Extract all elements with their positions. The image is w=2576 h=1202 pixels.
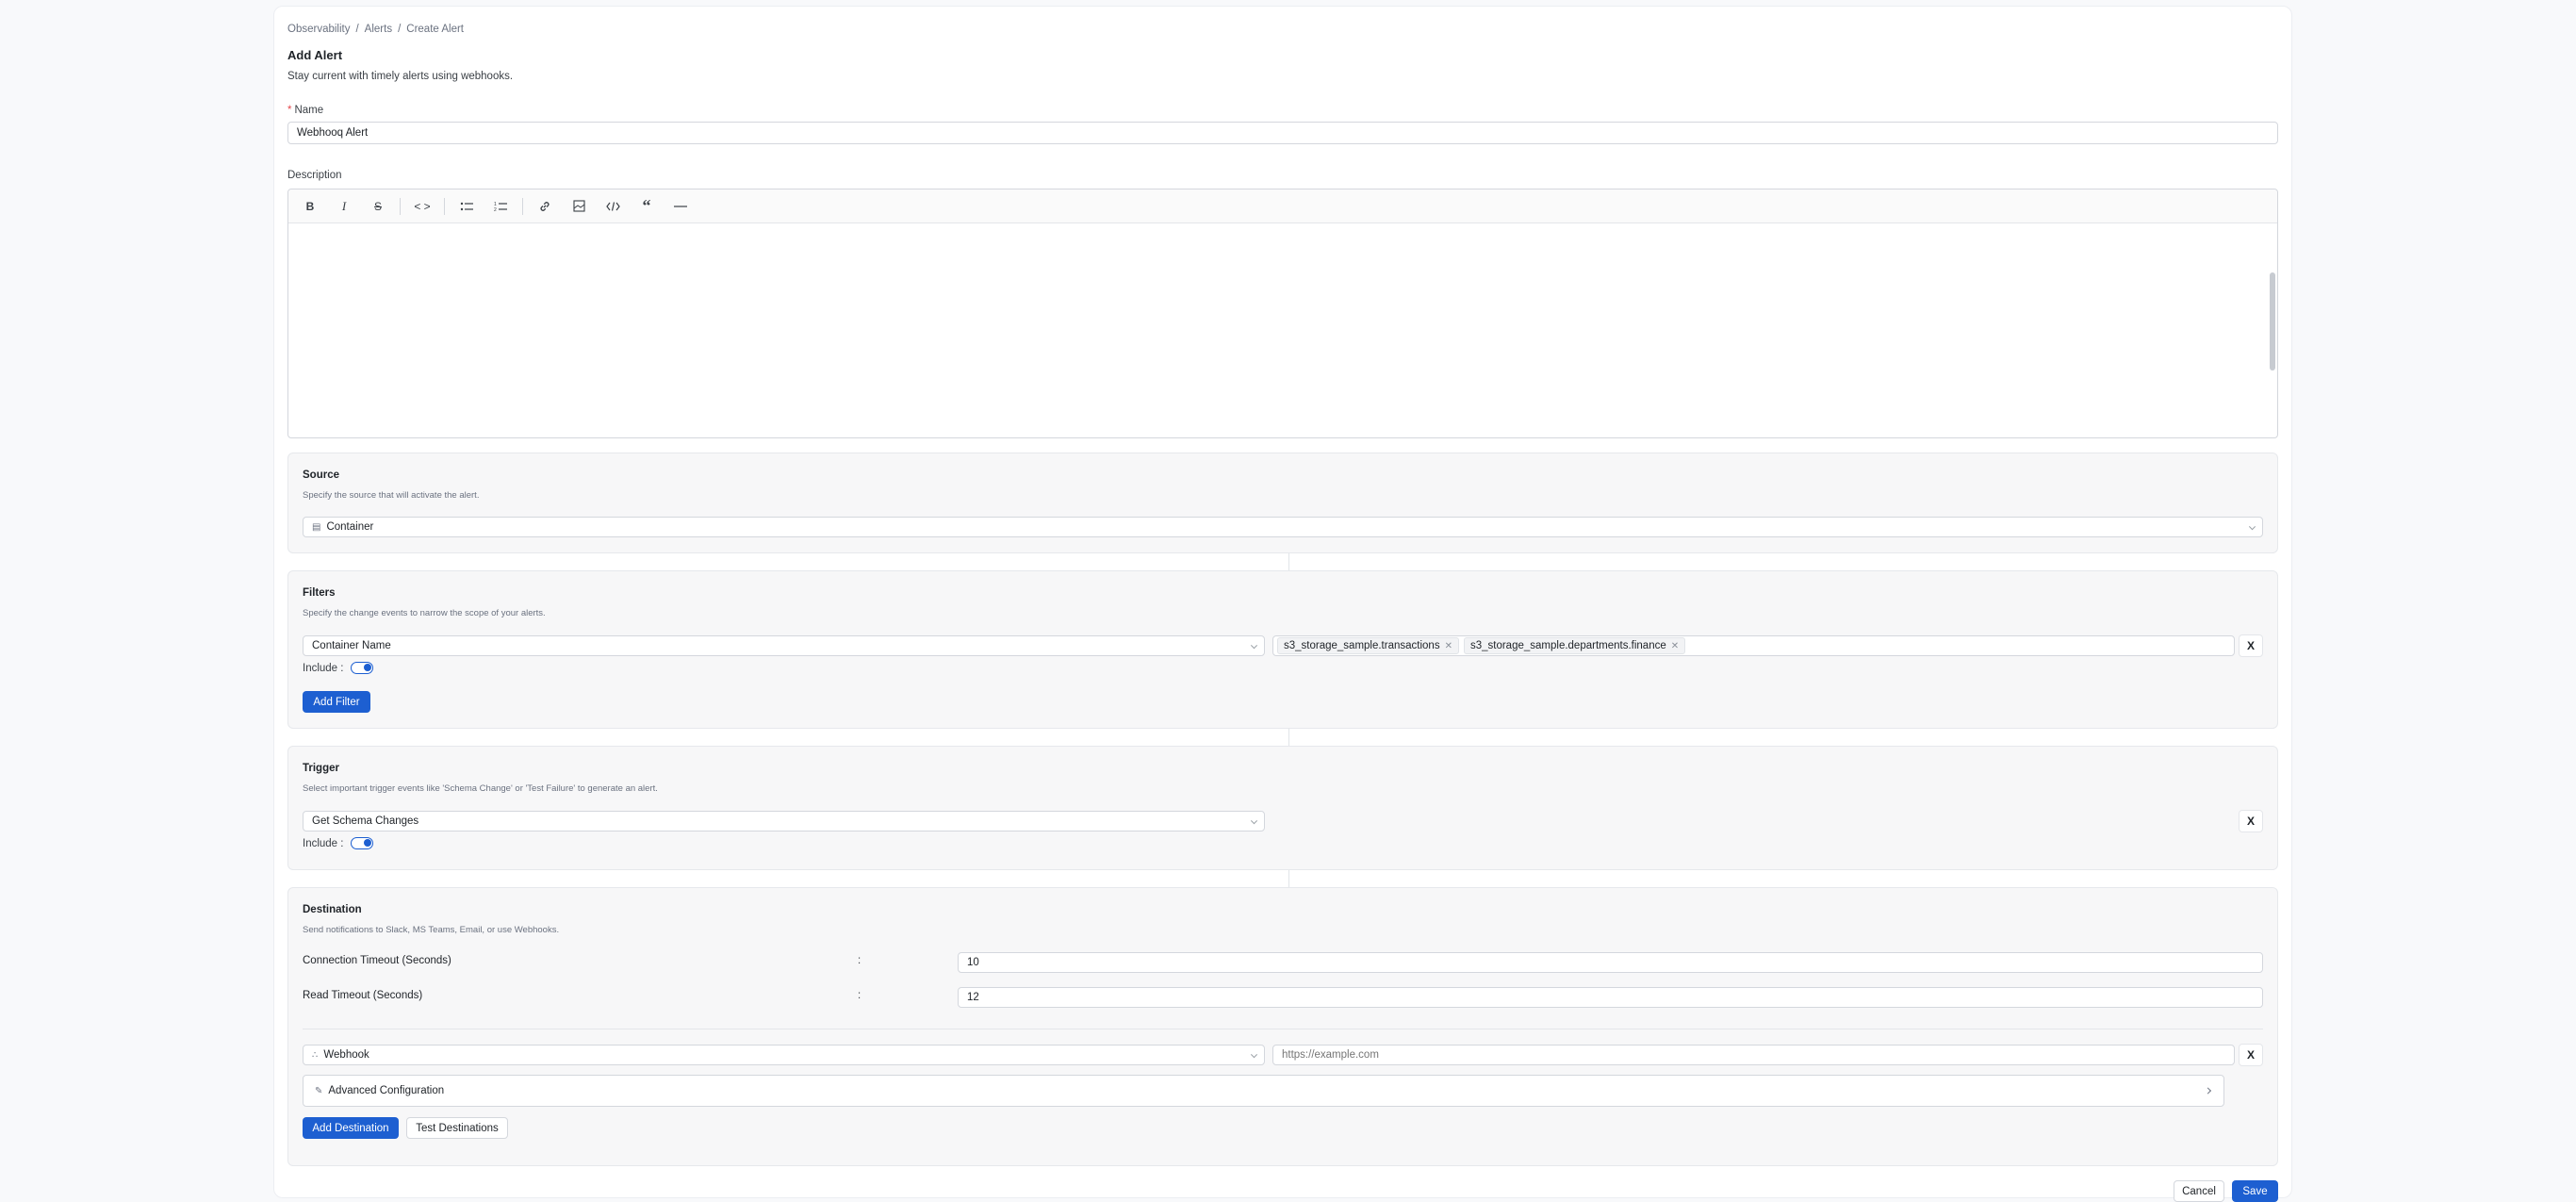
connector-line	[1288, 729, 1289, 746]
filters-title: Filters	[303, 587, 336, 599]
add-destination-button[interactable]: Add Destination	[303, 1117, 399, 1139]
name-input-value: Webhooq Alert	[297, 127, 369, 139]
breadcrumb-separator: /	[355, 24, 359, 35]
source-description: Specify the source that will activate th…	[303, 490, 480, 501]
chevron-down-icon	[1250, 1051, 1258, 1059]
container-icon: ▤	[312, 521, 321, 533]
source-title: Source	[303, 469, 339, 481]
editor-toolbar: B I S < > 12 “	[288, 189, 2277, 223]
svg-text:2: 2	[494, 207, 497, 212]
source-selected: Container	[326, 521, 374, 533]
source-select[interactable]: ▤ Container	[303, 517, 2263, 537]
description-editor[interactable]: B I S < > 12 “	[287, 189, 2278, 438]
chevron-down-icon	[2248, 523, 2256, 531]
required-mark: *	[287, 105, 292, 116]
remove-trigger-button[interactable]: X	[2239, 810, 2263, 832]
chevron-right-icon	[2204, 1087, 2212, 1095]
filter-tag: s3_storage_sample.departments.finance ✕	[1463, 637, 1686, 654]
breadcrumb-create-alert: Create Alert	[406, 24, 465, 35]
breadcrumb: Observability / Alerts / Create Alert	[287, 24, 469, 35]
wrench-icon: ✎	[315, 1085, 323, 1096]
webhook-icon: ∴	[312, 1049, 319, 1061]
destination-type-select[interactable]: ∴ Webhook	[303, 1045, 1265, 1065]
name-label: * Name	[287, 105, 324, 116]
colon: :	[858, 955, 861, 966]
trigger-description: Select important trigger events like 'Sc…	[303, 783, 658, 794]
filters-panel: Filters Specify the change events to nar…	[287, 570, 2278, 729]
filter-field-selected: Container Name	[312, 640, 391, 651]
save-button[interactable]: Save	[2232, 1180, 2278, 1202]
description-label: Description	[287, 170, 342, 181]
filter-values-input[interactable]: s3_storage_sample.transactions ✕ s3_stora…	[1272, 635, 2235, 656]
chevron-down-icon	[1250, 642, 1258, 650]
page-subtitle: Stay current with timely alerts using we…	[287, 71, 514, 82]
filter-include-row: Include :	[303, 662, 374, 674]
horizontal-rule-icon[interactable]	[668, 195, 693, 218]
image-icon[interactable]	[566, 195, 591, 218]
filters-description: Specify the change events to narrow the …	[303, 608, 546, 618]
editor-scrollbar[interactable]	[2270, 272, 2275, 370]
destination-panel: Destination Send notifications to Slack,…	[287, 887, 2278, 1166]
page-title: Add Alert	[287, 48, 343, 62]
webhook-url-input[interactable]	[1272, 1045, 2235, 1065]
source-panel: Source Specify the source that will acti…	[287, 453, 2278, 553]
breadcrumb-separator: /	[398, 24, 402, 35]
filter-tag: s3_storage_sample.transactions ✕	[1277, 637, 1459, 654]
include-label: Include :	[303, 837, 344, 849]
inline-code-icon[interactable]: < >	[410, 195, 435, 218]
test-destinations-button[interactable]: Test Destinations	[406, 1117, 508, 1139]
remove-tag-icon[interactable]: ✕	[1671, 641, 1679, 651]
chevron-down-icon	[1250, 817, 1258, 825]
toolbar-divider	[444, 197, 445, 215]
connector-line	[1288, 553, 1289, 570]
breadcrumb-observability[interactable]: Observability	[287, 24, 350, 35]
connection-timeout-label: Connection Timeout (Seconds)	[303, 955, 451, 966]
connector-line	[1288, 870, 1289, 887]
strikethrough-icon[interactable]: S	[366, 195, 390, 218]
colon: :	[858, 990, 861, 1001]
trigger-title: Trigger	[303, 763, 339, 774]
code-block-icon[interactable]	[600, 195, 625, 218]
name-input[interactable]: Webhooq Alert	[287, 122, 2278, 144]
destination-title: Destination	[303, 904, 362, 915]
include-toggle[interactable]	[351, 662, 374, 674]
italic-icon[interactable]: I	[332, 195, 356, 218]
trigger-selected: Get Schema Changes	[312, 815, 419, 827]
destination-type-selected: Webhook	[323, 1049, 369, 1061]
read-timeout-label: Read Timeout (Seconds)	[303, 990, 423, 1001]
bold-icon[interactable]: B	[298, 195, 322, 218]
toolbar-divider	[400, 197, 401, 215]
trigger-panel: Trigger Select important trigger events …	[287, 746, 2278, 870]
link-icon[interactable]	[533, 195, 557, 218]
toolbar-divider	[522, 197, 523, 215]
advanced-configuration-row[interactable]: ✎ Advanced Configuration	[303, 1075, 2224, 1107]
breadcrumb-alerts[interactable]: Alerts	[365, 24, 392, 35]
remove-tag-icon[interactable]: ✕	[1445, 641, 1452, 651]
remove-filter-button[interactable]: X	[2239, 634, 2263, 657]
remove-destination-button[interactable]: X	[2239, 1044, 2263, 1066]
quote-icon[interactable]: “	[634, 195, 659, 218]
include-label: Include :	[303, 662, 344, 674]
advanced-configuration-label: Advanced Configuration	[328, 1085, 445, 1096]
bullet-list-icon[interactable]	[454, 195, 479, 218]
trigger-select[interactable]: Get Schema Changes	[303, 811, 1265, 832]
alert-form-page: Observability / Alerts / Create Alert Add Al…	[273, 6, 2292, 1202]
numbered-list-icon[interactable]: 12	[488, 195, 513, 218]
destination-description: Send notifications to Slack, MS Teams, E…	[303, 925, 560, 935]
add-filter-button[interactable]: Add Filter	[303, 691, 370, 713]
filter-field-select[interactable]: Container Name	[303, 635, 1265, 656]
trigger-include-row: Include :	[303, 837, 374, 849]
connection-timeout-input[interactable]: 10	[958, 952, 2263, 973]
include-toggle[interactable]	[351, 837, 374, 849]
cancel-button[interactable]: Cancel	[2174, 1180, 2224, 1202]
read-timeout-input[interactable]: 12	[958, 987, 2263, 1008]
